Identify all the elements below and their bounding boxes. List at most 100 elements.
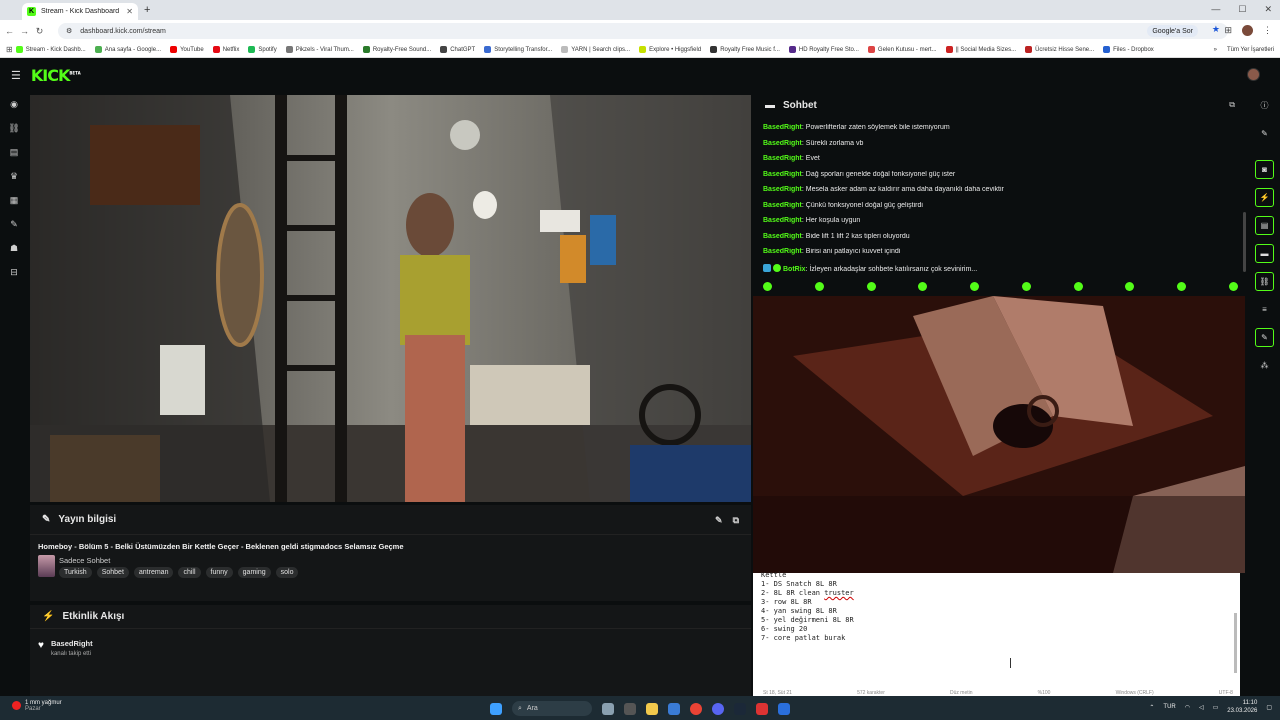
all-bookmarks-link[interactable]: Tüm Yer İşaretleri (1227, 47, 1274, 53)
link-tool-icon[interactable]: ⛓ (1255, 272, 1274, 291)
bookmark-item[interactable]: YouTube (170, 46, 204, 53)
hamburger-menu-icon[interactable]: ☰ (11, 69, 21, 82)
obs-icon[interactable] (756, 702, 768, 715)
discord-icon[interactable] (712, 702, 724, 715)
book-tool-icon[interactable]: ▤ (1255, 216, 1274, 235)
link-icon[interactable]: ⛓ (0, 116, 28, 140)
tag-chip[interactable]: Turkish (59, 567, 92, 578)
share-icon[interactable]: ⁂ (1255, 356, 1274, 375)
chat-username[interactable]: BasedRight (763, 140, 802, 147)
emote-icon[interactable] (763, 282, 772, 291)
emote-icon[interactable] (1073, 282, 1083, 291)
bookmark-item[interactable]: Ana sayfa - Google... (94, 46, 161, 53)
volume-icon[interactable]: ◁ (1199, 704, 1204, 711)
chat-username[interactable]: BasedRight (763, 155, 802, 162)
weather-widget[interactable]: 1 mm yağmur Pazar (12, 700, 62, 712)
taskbar-search[interactable]: ⌕ Ara (512, 701, 592, 716)
chat-username[interactable]: BotRix (783, 266, 806, 273)
emote-icon[interactable] (1021, 282, 1031, 291)
chat-username[interactable]: BasedRight (763, 233, 802, 240)
chat-scrollbar[interactable] (1243, 212, 1246, 272)
library-icon[interactable]: ▦ (0, 188, 28, 212)
bookmark-item[interactable]: Royalty Free Music f... (710, 46, 780, 53)
bookmark-item[interactable]: Spotify (248, 46, 277, 53)
widgets-icon[interactable] (602, 702, 614, 715)
bookmark-item[interactable]: Ücretsiz Hisse Sene... (1025, 46, 1094, 53)
steam-icon[interactable] (734, 702, 746, 715)
url-field[interactable]: ⚙ dashboard.kick.com/stream Google'a Sor… (58, 23, 1228, 39)
emote-icon[interactable] (1228, 282, 1238, 291)
bookmark-item[interactable]: Pikzels - Viral Thum... (285, 46, 354, 53)
notepad-scrollbar[interactable] (1234, 613, 1237, 673)
notepad-text[interactable]: Kettle 1- DS Snatch 8L 8R 2- 8L 8R clean… (761, 571, 854, 643)
browser-tab[interactable]: K Stream - Kick Dashboard ✕ (22, 3, 138, 20)
emote-icon[interactable] (814, 282, 824, 291)
wrench-tool-icon[interactable]: ✎ (1255, 328, 1274, 347)
bookmark-item[interactable]: YARN | Search clips... (561, 46, 630, 53)
notifications-icon[interactable]: ▢ (1266, 704, 1272, 711)
trophy-icon[interactable]: ♛ (0, 164, 28, 188)
camera-overlay-video[interactable] (753, 296, 1245, 573)
bookmark-item[interactable]: Royalty-Free Sound... (362, 46, 431, 53)
pencil-icon[interactable]: ✎ (1255, 124, 1274, 143)
bookmark-star-icon[interactable]: ★ (1212, 24, 1220, 35)
more-bookmarks-icon[interactable]: » (1214, 47, 1217, 53)
bookmark-item[interactable]: || Social Media Sizes... (945, 46, 1016, 53)
task-view-icon[interactable] (624, 702, 636, 715)
bookmark-item[interactable]: ChatGPT (440, 46, 475, 53)
notepad-window[interactable]: Kettle 1- DS Snatch 8L 8R 2- 8L 8R clean… (753, 571, 1240, 696)
windows-start-icon[interactable] (490, 702, 502, 715)
server-icon[interactable]: ≡ (1255, 300, 1274, 319)
chat-username[interactable]: BasedRight (763, 171, 802, 178)
new-tab-button[interactable]: + (144, 4, 150, 16)
popout-icon[interactable]: ⧉ (733, 515, 739, 526)
bookmark-item[interactable]: Explore • Higgsfield (639, 46, 701, 53)
lang-indicator[interactable]: TUR (1163, 704, 1175, 710)
user-avatar[interactable] (1247, 68, 1260, 81)
tag-chip[interactable]: gaming (237, 567, 271, 578)
stats-icon[interactable]: ▤ (0, 140, 28, 164)
tag-chip[interactable]: funny (205, 567, 233, 578)
file-explorer-icon[interactable] (646, 702, 658, 715)
bookmark-item[interactable]: Netflix (212, 46, 239, 53)
reload-icon[interactable]: ↻ (34, 26, 45, 37)
chat-username[interactable]: BasedRight (763, 186, 802, 193)
tag-chip[interactable]: antreman (133, 567, 174, 578)
site-info-icon[interactable]: ⚙ (66, 27, 72, 35)
channel-icon[interactable]: ⊟ (0, 260, 28, 284)
close-window-icon[interactable]: ✕ (1264, 4, 1272, 15)
back-icon[interactable]: ← (4, 26, 15, 36)
menu-icon[interactable]: ⋮ (1263, 25, 1272, 36)
camera-tool-icon[interactable]: ◙ (1255, 160, 1274, 179)
google-ask-button[interactable]: Google'a Sor (1147, 25, 1198, 37)
chat-username[interactable]: BasedRight (763, 124, 802, 131)
store-icon[interactable] (668, 702, 680, 715)
kick-logo[interactable]: KICKBETA (31, 66, 81, 85)
clock[interactable]: 11:10 23.03.2026 (1227, 699, 1257, 715)
chat-tool-icon[interactable]: ▬ (1255, 244, 1274, 263)
wifi-icon[interactable]: ◠ (1185, 704, 1190, 711)
profile-avatar[interactable] (1242, 25, 1253, 36)
forward-icon[interactable]: → (19, 26, 30, 36)
stream-icon[interactable]: ◉ (0, 92, 28, 116)
chat-username[interactable]: BasedRight (763, 202, 802, 209)
info-icon[interactable]: ⓘ (1255, 96, 1274, 115)
stream-preview-video[interactable] (30, 95, 751, 502)
chat-username[interactable]: BasedRight (763, 248, 802, 255)
close-tab-icon[interactable]: ✕ (126, 7, 133, 16)
notepad-icon[interactable] (778, 702, 790, 715)
event-user[interactable]: BasedRight (51, 639, 93, 648)
chevron-up-icon[interactable]: ⌃ (1149, 704, 1154, 711)
chrome-icon[interactable] (690, 702, 702, 715)
users-icon[interactable]: ☗ (0, 236, 28, 260)
chat-popout-icon[interactable]: ⧉ (1229, 100, 1235, 110)
category-name[interactable]: Sadece Sohbet (59, 556, 110, 565)
bookmark-item[interactable]: Storytelling Transfor... (484, 46, 552, 53)
minimize-icon[interactable]: — (1211, 4, 1220, 15)
edit-icon[interactable]: ✎ (715, 515, 723, 526)
tag-chip[interactable]: solo (275, 567, 299, 578)
extensions-icon[interactable]: ⊞ (1224, 25, 1232, 36)
maximize-icon[interactable]: ☐ (1238, 4, 1246, 15)
bookmark-item[interactable]: Stream - Kick Dashb... (15, 46, 86, 53)
chat-username[interactable]: BasedRight (763, 217, 802, 224)
